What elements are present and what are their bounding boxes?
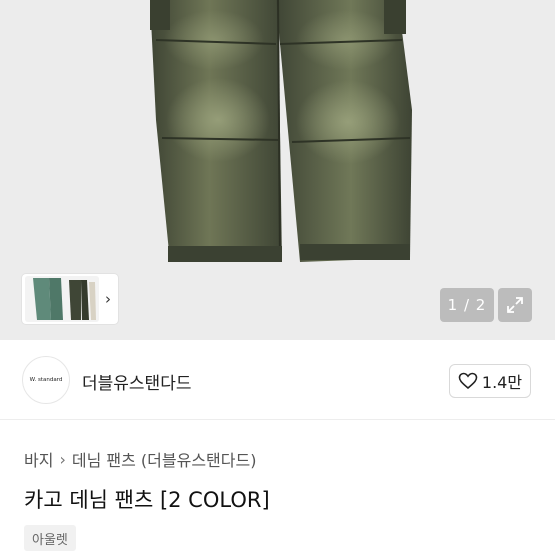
expand-button[interactable] [498,288,532,322]
like-button[interactable]: 1.4만 [449,364,531,398]
product-image-area[interactable]: › 1 / 2 [0,0,555,340]
breadcrumb-item-pants[interactable]: 바지 [24,447,53,471]
thumbnail-strip[interactable]: › [22,274,118,324]
product-title: 카고 데님 팬츠 [2 COLOR] [24,488,270,512]
breadcrumb-item-denim[interactable]: 데님 팬츠 (더블유스탠다드) [72,447,257,471]
heart-icon [458,372,478,390]
store-name[interactable]: 더블유스탠다드 [82,369,191,394]
chevron-right-icon[interactable]: › [99,290,117,308]
store-logo-text: W. standard [29,377,63,383]
image-page-indicator: 1 / 2 [440,288,494,322]
chevron-right-icon: › [59,449,66,469]
store-row[interactable]: W. standard 더블유스탠다드 1.4만 [0,340,555,420]
thumbnail-image[interactable] [25,276,99,322]
like-count: 1.4만 [481,373,523,392]
breadcrumb: 바지 › 데님 팬츠 (더블유스탠다드) [24,447,256,471]
thumbnail-pants-image [25,276,99,322]
store-avatar[interactable]: W. standard [22,356,70,404]
outlet-badge: 아울렛 [24,525,76,551]
expand-icon [507,297,523,313]
